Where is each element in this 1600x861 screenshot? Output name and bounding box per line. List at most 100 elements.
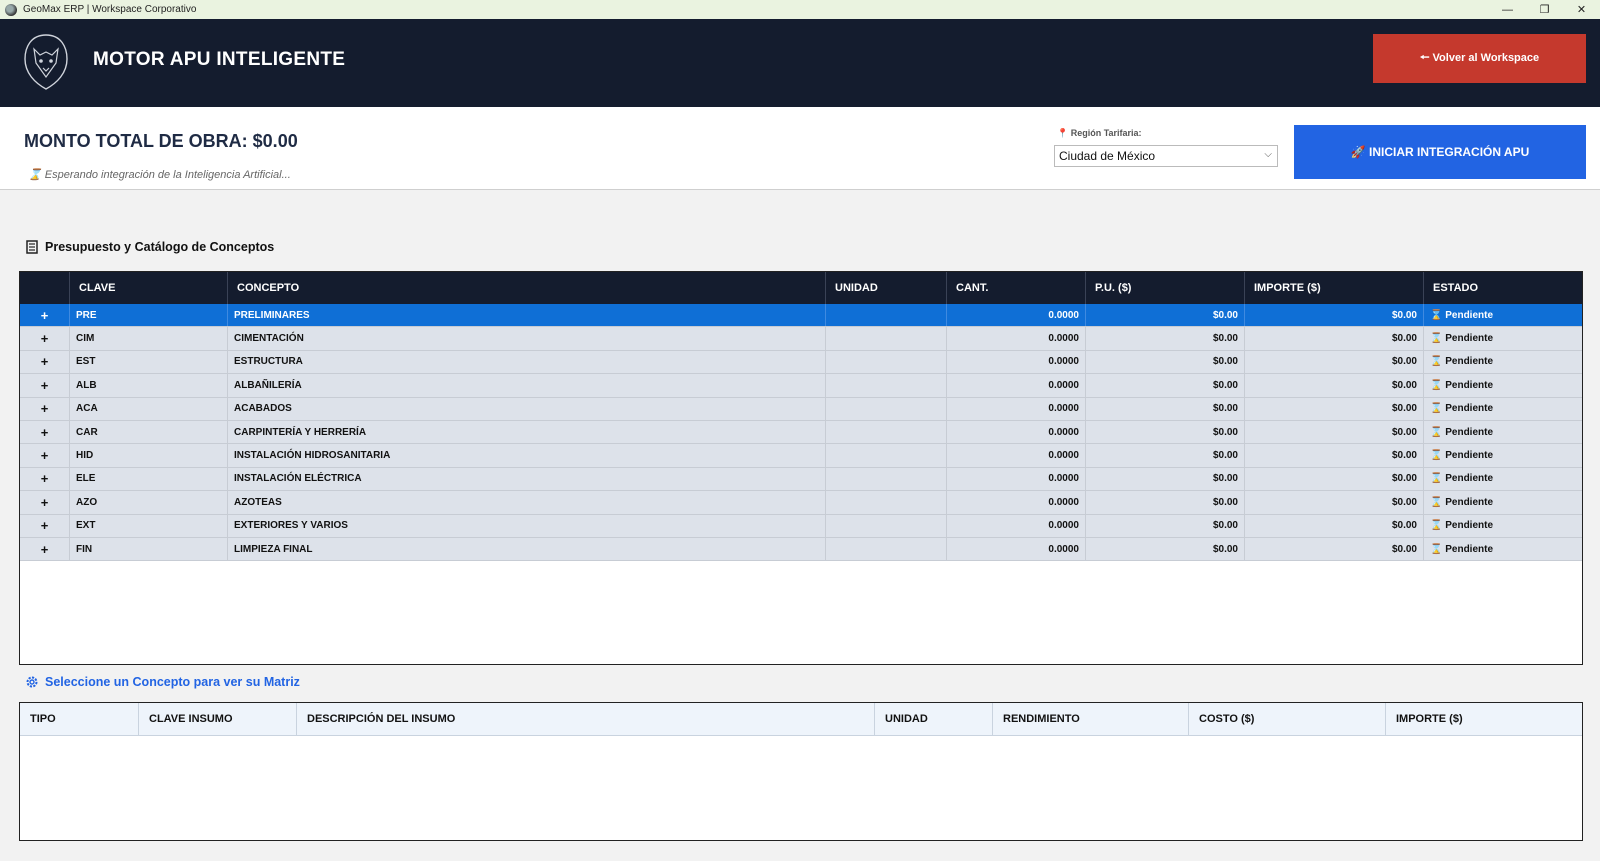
window-titlebar: GeoMax ERP | Workspace Corporativo — ❐ ✕ (0, 0, 1600, 19)
close-button[interactable]: ✕ (1563, 0, 1600, 19)
cell-unidad (826, 514, 947, 537)
table-row[interactable]: + HID INSTALACIÓN HIDROSANITARIA 0.0000 $0.0… (20, 444, 1582, 468)
cell-clave: ACA (70, 397, 228, 420)
cell-concepto: EXTERIORES Y VARIOS (228, 514, 826, 537)
cell-pu: $0.00 (1086, 491, 1245, 514)
cell-unidad (826, 467, 947, 491)
cell-importe: $0.00 (1245, 327, 1424, 350)
col-clave[interactable]: CLAVE (70, 272, 228, 304)
cell-pu: $0.00 (1086, 327, 1245, 350)
cell-pu: $0.00 (1086, 420, 1245, 444)
col-cant[interactable]: CANT. (947, 272, 1086, 304)
col-costo[interactable]: COSTO ($) (1189, 703, 1386, 735)
col-importe-insumo[interactable]: IMPORTE ($) (1386, 703, 1582, 735)
matrix-table-header: TIPO CLAVE INSUMO DESCRIPCIÓN DEL INSUMO… (20, 703, 1582, 736)
cell-cant: 0.0000 (947, 491, 1086, 514)
expand-toggle[interactable]: + (20, 374, 70, 397)
expand-toggle[interactable]: + (20, 467, 70, 491)
table-row[interactable]: + ELE INSTALACIÓN ELÉCTRICA 0.0000 $0.00 $0.0… (20, 467, 1582, 492)
col-tipo[interactable]: TIPO (20, 703, 139, 735)
region-label: 📍 Región Tarifaria: (1057, 128, 1142, 138)
cell-concepto: ALBAÑILERÍA (228, 374, 826, 397)
table-row[interactable]: + EST ESTRUCTURA 0.0000 $0.00 $0.00 ⌛ Pendient… (20, 350, 1582, 375)
cell-estado: ⌛ Pendiente (1430, 496, 1494, 508)
cell-estado: ⌛ Pendiente (1430, 403, 1494, 415)
cell-pu: $0.00 (1086, 397, 1245, 420)
cell-importe: $0.00 (1245, 537, 1424, 561)
cell-concepto: CARPINTERÍA Y HERRERÍA (228, 420, 826, 444)
cell-importe: $0.00 (1245, 444, 1424, 467)
cell-unidad (826, 420, 947, 444)
budget-table-body: + PRE PRELIMINARES 0.0000 $0.00 $0.00 ⌛ Pendie… (20, 304, 1582, 562)
cell-unidad (826, 374, 947, 397)
cell-clave: EST (70, 350, 228, 374)
matrix-section-title: Seleccione un Concepto para ver su Matri… (25, 675, 300, 689)
budget-table: CLAVE CONCEPTO UNIDAD CANT. P.U. ($) IMP… (19, 271, 1583, 665)
region-selected-value: Ciudad de México (1059, 149, 1156, 163)
cell-concepto: INSTALACIÓN HIDROSANITARIA (228, 444, 826, 467)
region-select[interactable]: Ciudad de México ⌵ (1054, 145, 1278, 167)
col-unidad-insumo[interactable]: UNIDAD (875, 703, 993, 735)
cell-unidad (826, 491, 947, 514)
expand-toggle[interactable]: + (20, 350, 70, 374)
expand-toggle[interactable]: + (20, 491, 70, 514)
cell-estado: ⌛ Pendiente (1430, 543, 1494, 555)
cell-concepto: LIMPIEZA FINAL (228, 537, 826, 561)
cell-importe: $0.00 (1245, 350, 1424, 374)
cell-clave: HID (70, 444, 228, 467)
expand-toggle[interactable]: + (20, 304, 70, 327)
expand-toggle[interactable]: + (20, 327, 70, 350)
cell-unidad (826, 537, 947, 561)
expand-toggle[interactable]: + (20, 514, 70, 537)
col-expand[interactable] (20, 272, 70, 304)
col-importe[interactable]: IMPORTE ($) (1245, 272, 1424, 304)
cell-cant: 0.0000 (947, 304, 1086, 327)
cell-concepto: ESTRUCTURA (228, 350, 826, 374)
table-row[interactable]: + CAR CARPINTERÍA Y HERRERÍA 0.0000 $0.00 $0.… (20, 420, 1582, 445)
cell-pu: $0.00 (1086, 537, 1245, 561)
col-clave-insumo[interactable]: CLAVE INSUMO (139, 703, 297, 735)
ai-status-text: ⌛ Esperando integración de la Inteligenc… (28, 169, 291, 181)
expand-toggle[interactable]: + (20, 420, 70, 444)
col-rendimiento[interactable]: RENDIMIENTO (993, 703, 1189, 735)
total-amount: MONTO TOTAL DE OBRA: $0.00 (24, 131, 298, 151)
table-row[interactable]: + PRE PRELIMINARES 0.0000 $0.00 $0.00 ⌛ Pendie… (20, 304, 1582, 328)
cell-clave: CIM (70, 327, 228, 350)
table-row[interactable]: + FIN LIMPIEZA FINAL 0.0000 $0.00 $0.00 ⌛ Pend… (20, 537, 1582, 562)
expand-toggle[interactable]: + (20, 397, 70, 420)
window-controls: — ❐ ✕ (1489, 0, 1600, 19)
cell-cant: 0.0000 (947, 327, 1086, 350)
expand-toggle[interactable]: + (20, 537, 70, 561)
cell-concepto: INSTALACIÓN ELÉCTRICA (228, 467, 826, 491)
restore-button[interactable]: ❐ (1526, 0, 1563, 19)
cell-importe: $0.00 (1245, 397, 1424, 420)
col-descripcion[interactable]: DESCRIPCIÓN DEL INSUMO (297, 703, 875, 735)
back-to-workspace-button[interactable]: 🠔 Volver al Workspace (1373, 34, 1586, 83)
gear-icon (25, 675, 39, 689)
cell-unidad (826, 397, 947, 420)
col-unidad[interactable]: UNIDAD (826, 272, 947, 304)
col-pu[interactable]: P.U. ($) (1086, 272, 1245, 304)
budget-section-title: Presupuesto y Catálogo de Conceptos (25, 240, 274, 254)
col-concepto[interactable]: CONCEPTO (228, 272, 826, 304)
summary-bar: MONTO TOTAL DE OBRA: $0.00 ⌛ Esperando i… (0, 107, 1600, 190)
col-estado[interactable]: ESTADO (1424, 272, 1582, 304)
window-title: GeoMax ERP | Workspace Corporativo (23, 4, 197, 15)
cell-pu: $0.00 (1086, 304, 1245, 327)
cell-clave: ALB (70, 374, 228, 397)
cell-pu: $0.00 (1086, 514, 1245, 537)
cell-estado: ⌛ Pendiente (1430, 333, 1494, 345)
minimize-button[interactable]: — (1489, 0, 1526, 19)
table-row[interactable]: + ACA ACABADOS 0.0000 $0.00 $0.00 ⌛ Pendiente (20, 397, 1582, 421)
table-row[interactable]: + AZO AZOTEAS 0.0000 $0.00 $0.00 ⌛ Pendiente (20, 491, 1582, 515)
table-row[interactable]: + ALB ALBAÑILERÍA 0.0000 $0.00 $0.00 ⌛ Pendien… (20, 374, 1582, 398)
cell-pu: $0.00 (1086, 467, 1245, 491)
cell-pu: $0.00 (1086, 350, 1245, 374)
expand-toggle[interactable]: + (20, 444, 70, 467)
table-row[interactable]: + CIM CIMENTACIÓN 0.0000 $0.00 $0.00 ⌛ Pendien… (20, 327, 1582, 351)
table-row[interactable]: + EXT EXTERIORES Y VARIOS 0.0000 $0.00 $0.00 ⌛… (20, 514, 1582, 538)
cell-cant: 0.0000 (947, 420, 1086, 444)
cell-estado: ⌛ Pendiente (1430, 309, 1494, 321)
start-apu-integration-button[interactable]: 🚀 INICIAR INTEGRACIÓN APU (1294, 125, 1586, 179)
cell-importe: $0.00 (1245, 467, 1424, 491)
